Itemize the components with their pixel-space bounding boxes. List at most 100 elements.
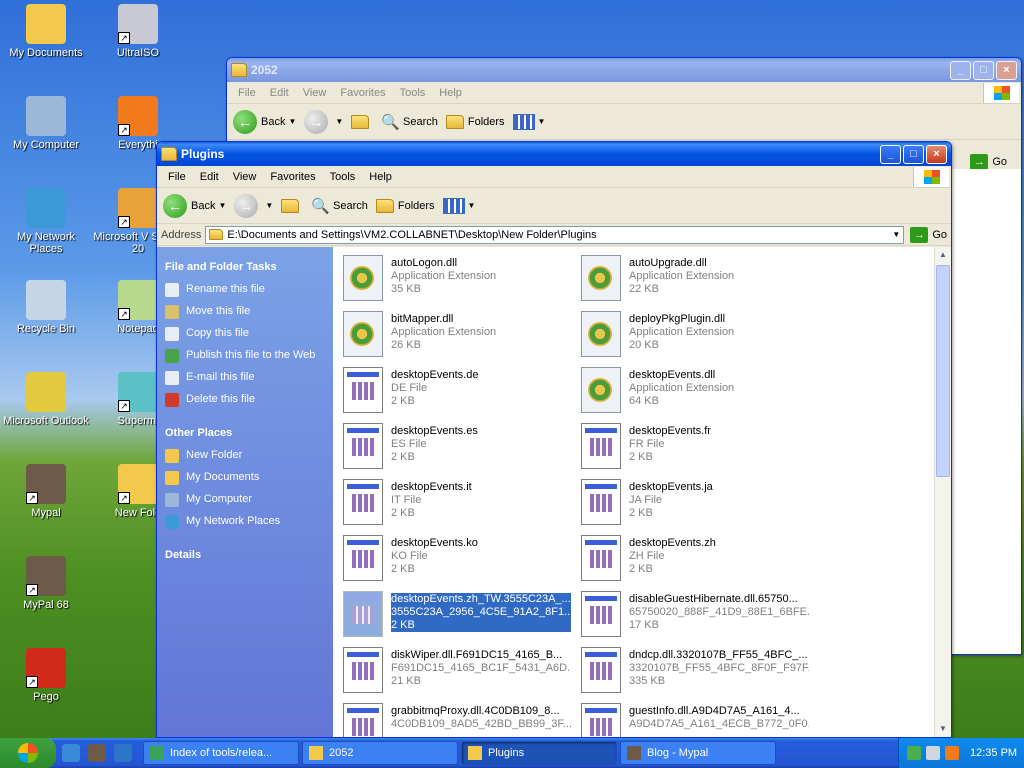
menu-view[interactable]: View xyxy=(226,171,264,183)
search-button[interactable]: 🔍 Search xyxy=(381,113,438,131)
file-item[interactable]: guestInfo.dll.A9D4D7A5_A161_4... A9D4D7A5… xyxy=(581,703,811,737)
standard-toolbar: ← Back ▼ → ▼ 🔍 Search Folders ▼ xyxy=(157,188,951,224)
taskbar-button-index-of-tools-relea-[interactable]: Index of tools/relea... xyxy=(143,741,299,765)
task-rename-this-file[interactable]: Rename this file xyxy=(157,279,333,301)
desktop-icon-mypal-68[interactable]: ↗ MyPal 68 xyxy=(0,556,92,611)
file-item[interactable]: desktopEvents.it IT File 2 KB xyxy=(343,479,573,531)
file-item[interactable]: autoLogon.dll Application Extension 35 KB xyxy=(343,255,573,307)
desktop-icon-recycle-bin[interactable]: Recycle Bin xyxy=(0,280,92,335)
desktop-icon-my-network-places[interactable]: My Network Places xyxy=(0,188,92,255)
place-my-computer[interactable]: My Computer xyxy=(157,489,333,511)
menu-file[interactable]: File xyxy=(161,171,193,183)
file-item[interactable]: disableGuestHibernate.dll.65750... 657500… xyxy=(581,591,811,643)
menu-view[interactable]: View xyxy=(296,87,334,99)
file-item[interactable]: diskWiper.dll.F691DC15_4165_B... F691DC15… xyxy=(343,647,573,699)
file-name: desktopEvents.ko xyxy=(391,537,478,549)
menu-edit[interactable]: Edit xyxy=(263,87,296,99)
file-item[interactable]: desktopEvents.zh ZH File 2 KB xyxy=(581,535,811,587)
file-item[interactable]: desktopEvents.ko KO File 2 KB xyxy=(343,535,573,587)
scroll-up-arrow-icon[interactable]: ▲ xyxy=(936,247,950,263)
up-button[interactable] xyxy=(351,114,373,129)
mypal-icon[interactable] xyxy=(88,744,106,762)
file-type: DE File xyxy=(391,382,428,394)
safely-remove-icon[interactable] xyxy=(926,746,940,760)
views-button[interactable]: ▼ xyxy=(512,113,545,130)
search-button[interactable]: 🔍 Search xyxy=(311,197,368,215)
file-type: 4C0DB109_8AD5_42BD_BB99_3F... xyxy=(391,718,571,730)
other-places-header[interactable]: Other Places xyxy=(157,421,333,445)
chevron-down-icon[interactable]: ▼ xyxy=(889,230,903,239)
scroll-down-arrow-icon[interactable]: ▼ xyxy=(936,721,950,737)
folders-button[interactable]: Folders xyxy=(445,114,505,129)
file-item[interactable]: desktopEvents.dll Application Extension 64… xyxy=(581,367,811,419)
close-button[interactable]: × xyxy=(996,60,1017,80)
file-folder-tasks-header[interactable]: File and Folder Tasks xyxy=(157,255,333,279)
desktop-icon-my-documents[interactable]: My Documents xyxy=(0,4,92,59)
desktop-icon-microsoft-outlook[interactable]: Microsoft Outlook xyxy=(0,372,92,427)
place-new-folder[interactable]: New Folder xyxy=(157,445,333,467)
task-move-this-file[interactable]: Move this file xyxy=(157,301,333,323)
maximize-button[interactable]: □ xyxy=(973,60,994,80)
menu-tools[interactable]: Tools xyxy=(393,87,433,99)
minimize-button[interactable]: _ xyxy=(880,144,901,164)
file-item[interactable]: desktopEvents.de DE File 2 KB xyxy=(343,367,573,419)
go-button[interactable]: → Go xyxy=(910,226,947,243)
file-item[interactable]: dndcp.dll.3320107B_FF55_4BFC_... 3320107B… xyxy=(581,647,811,699)
scroll-thumb[interactable] xyxy=(936,265,950,477)
menu-favorites[interactable]: Favorites xyxy=(263,171,322,183)
file-item[interactable]: desktopEvents.fr FR File 2 KB xyxy=(581,423,811,475)
file-item[interactable]: grabbitmqProxy.dll.4C0DB109_8... 4C0DB109… xyxy=(343,703,573,737)
file-item[interactable]: desktopEvents.es ES File 2 KB xyxy=(343,423,573,475)
file-item[interactable]: desktopEvents.ja JA File 2 KB xyxy=(581,479,811,531)
menu-edit[interactable]: Edit xyxy=(193,171,226,183)
search-icon[interactable] xyxy=(945,746,959,760)
desktop-icon-ultraiso[interactable]: ↗ UltraISO xyxy=(92,4,184,59)
place-my-network-places[interactable]: My Network Places xyxy=(157,511,333,533)
views-button[interactable]: ▼ xyxy=(442,197,475,214)
menu-tools[interactable]: Tools xyxy=(323,171,363,183)
address-input[interactable]: E:\Documents and Settings\VM2.COLLABNET\… xyxy=(205,225,905,244)
browser-icon[interactable] xyxy=(114,744,132,762)
minimize-button[interactable]: _ xyxy=(950,60,971,80)
file-item[interactable]: desktopEvents.zh_TW.3555C23A_... 3555C23A… xyxy=(343,591,573,643)
up-button[interactable] xyxy=(281,198,303,213)
menu-help[interactable]: Help xyxy=(432,87,469,99)
generic-file-icon xyxy=(343,703,383,737)
title-bar-plugins[interactable]: Plugins _ □ × xyxy=(157,142,951,166)
go-button[interactable]: → Go xyxy=(970,154,1007,170)
desktop-icon-my-computer[interactable]: My Computer xyxy=(0,96,92,151)
task-copy-this-file[interactable]: Copy this file xyxy=(157,323,333,345)
task-delete-this-file[interactable]: Delete this file xyxy=(157,389,333,411)
file-item[interactable]: autoUpgrade.dll Application Extension 22 K… xyxy=(581,255,811,307)
place-my-documents[interactable]: My Documents xyxy=(157,467,333,489)
shortcut-arrow-icon: ↗ xyxy=(118,400,130,412)
title-bar-2052[interactable]: 2052 _ □ × xyxy=(227,58,1021,82)
file-item[interactable]: bitMapper.dll Application Extension 26 KB xyxy=(343,311,573,363)
task-e-mail-this-file[interactable]: E-mail this file xyxy=(157,367,333,389)
taskbar-button-blog-mypal[interactable]: Blog - Mypal xyxy=(620,741,776,765)
close-button[interactable]: × xyxy=(926,144,947,164)
menu-favorites[interactable]: Favorites xyxy=(333,87,392,99)
back-button[interactable]: ← Back ▼ xyxy=(163,193,226,218)
vertical-scrollbar[interactable]: ▲ ▼ xyxy=(934,247,951,737)
folders-button[interactable]: Folders xyxy=(375,198,435,213)
internet-explorer-icon[interactable] xyxy=(62,744,80,762)
taskbar-button-2052[interactable]: 2052 xyxy=(302,741,458,765)
desktop-icon-pego[interactable]: ↗ Pego xyxy=(0,648,92,703)
desktop-icon-mypal[interactable]: ↗ Mypal xyxy=(0,464,92,519)
menu-help[interactable]: Help xyxy=(362,171,399,183)
start-button[interactable] xyxy=(0,738,56,768)
maximize-button[interactable]: □ xyxy=(903,144,924,164)
file-item[interactable]: deployPkgPlugin.dll Application Extension… xyxy=(581,311,811,363)
shortcut-arrow-icon: ↗ xyxy=(118,216,130,228)
clock[interactable]: 12:35 PM xyxy=(970,747,1017,759)
taskbar-button-plugins[interactable]: Plugins xyxy=(461,741,617,765)
details-header[interactable]: Details xyxy=(157,543,333,567)
generic-file-icon xyxy=(581,535,621,581)
forward-button[interactable]: → ▼ xyxy=(234,193,273,218)
menu-file[interactable]: File xyxy=(231,87,263,99)
task-publish-this-file-to-the-web[interactable]: Publish this file to the Web xyxy=(157,345,333,367)
network-icon[interactable] xyxy=(907,746,921,760)
back-button[interactable]: ← Back ▼ xyxy=(233,109,296,134)
forward-button[interactable]: → ▼ xyxy=(304,109,343,134)
